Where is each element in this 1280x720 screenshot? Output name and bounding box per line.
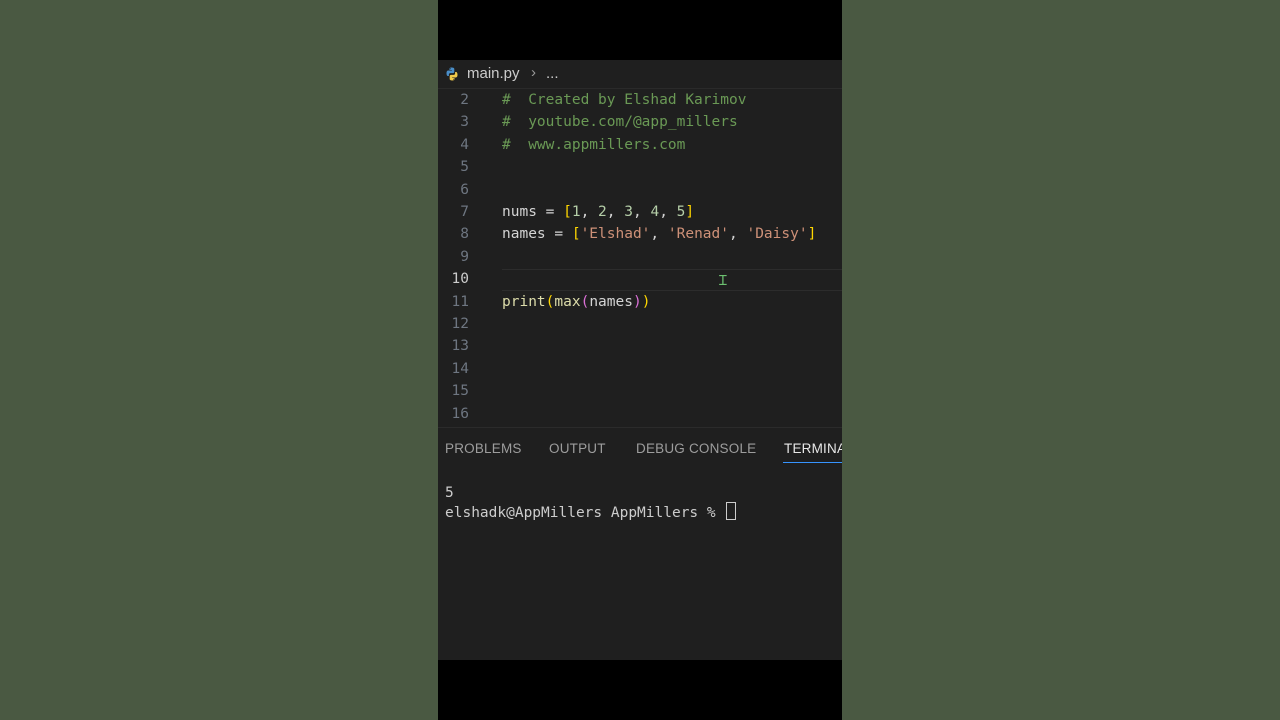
code-token: ]	[685, 204, 695, 220]
video-background-left	[0, 0, 438, 720]
breadcrumb-file[interactable]: main.py	[467, 65, 520, 82]
video-frame: main.py › ... Ɪ 2 # Created by Elshad Kar…	[438, 0, 842, 720]
line-number: 2	[460, 92, 469, 108]
code-token: ,	[606, 204, 625, 220]
code-token: 'Elshad'	[580, 226, 651, 243]
line-number: 8	[460, 226, 469, 243]
code-line[interactable]: 2 # Created by Elshad Karimov	[438, 89, 842, 111]
code-line[interactable]: 16	[438, 403, 842, 425]
line-number: 3	[460, 114, 469, 131]
code-token: 4	[650, 204, 660, 220]
terminal-prompt: elshadk@AppMillers AppMillers %	[445, 505, 725, 521]
code-line[interactable]: 6	[438, 179, 842, 201]
code-token: ,	[650, 226, 668, 243]
code-token: ]	[807, 226, 817, 243]
vscode-editor: main.py › ... Ɪ 2 # Created by Elshad Kar…	[438, 60, 842, 660]
code-token: )	[632, 293, 642, 310]
line-number: 11	[451, 293, 469, 310]
line-number: 9	[460, 248, 469, 265]
line-number: 7	[460, 204, 469, 220]
line-text: print(max(names))	[502, 291, 650, 313]
code-line[interactable]: 11 print(max(names))	[438, 291, 842, 313]
tab-output[interactable]: OUTPUT	[549, 441, 606, 456]
breadcrumb: main.py › ...	[438, 60, 842, 89]
code-token: 'Renad'	[667, 226, 729, 243]
line-number: 15	[451, 383, 469, 400]
code-token: names	[589, 293, 633, 310]
tab-debug-console[interactable]: DEBUG CONSOLE	[636, 441, 756, 456]
code-token: nums =	[502, 204, 564, 220]
line-text: # www.appmillers.com	[502, 134, 685, 156]
tab-termina[interactable]: TERMINA	[784, 441, 842, 456]
line-number: 13	[451, 338, 469, 355]
code-line[interactable]: 8 names = ['Elshad', 'Renad', 'Daisy']	[438, 223, 842, 245]
line-number: 5	[460, 159, 469, 176]
line-number: 4	[460, 136, 469, 153]
code-token: ,	[632, 204, 651, 220]
code-line[interactable]: 14	[438, 358, 842, 380]
terminal-cursor	[726, 502, 737, 520]
code-token: # youtube.com/@app_millers	[502, 114, 738, 131]
code-token: ,	[659, 204, 677, 220]
code-line[interactable]: 13	[438, 335, 842, 357]
code-token: # Created by Elshad Karimov	[502, 92, 747, 108]
code-line[interactable]: 10	[438, 268, 842, 290]
terminal-output: 5	[445, 485, 454, 501]
code-token: max	[554, 293, 581, 310]
terminal[interactable]: 5 elshadk@AppMillers AppMillers %	[445, 484, 737, 522]
code-line[interactable]: 9	[438, 246, 842, 268]
code-line[interactable]: 3 # youtube.com/@app_millers	[438, 111, 842, 133]
panel-tabs: PROBLEMS OUTPUT DEBUG CONSOLE TERMINA	[438, 428, 842, 468]
code-token: [	[563, 204, 572, 220]
line-text: nums = [1, 2, 3, 4, 5]	[502, 201, 694, 223]
bottom-panel: PROBLEMS OUTPUT DEBUG CONSOLE TERMINA 5 els…	[438, 427, 842, 660]
code-line[interactable]: 7 nums = [1, 2, 3, 4, 5]	[438, 201, 842, 223]
active-tab-indicator	[783, 462, 842, 463]
code-token: # www.appmillers.com	[502, 136, 686, 153]
tab-problems[interactable]: PROBLEMS	[445, 441, 522, 456]
code-line[interactable]: 12	[438, 313, 842, 335]
code-token: ,	[580, 204, 599, 220]
line-text: names = ['Elshad', 'Renad', 'Daisy']	[502, 223, 816, 245]
line-number: 16	[451, 405, 469, 422]
code-token: 2	[598, 204, 607, 220]
code-line[interactable]: 5	[438, 156, 842, 178]
code-token: 'Daisy'	[746, 226, 808, 243]
line-number: 6	[460, 181, 469, 198]
line-number: 12	[451, 316, 469, 332]
line-text: # Created by Elshad Karimov	[502, 89, 746, 111]
breadcrumb-more[interactable]: ...	[546, 65, 559, 82]
code-token: 1	[571, 204, 581, 220]
code-token: names =	[502, 226, 572, 243]
code-token: )	[641, 293, 651, 310]
code-line[interactable]: 15	[438, 380, 842, 402]
line-number: 10	[451, 271, 469, 288]
code-line[interactable]: 4 # www.appmillers.com	[438, 134, 842, 156]
code-token: ,	[729, 226, 747, 243]
line-text: # youtube.com/@app_millers	[502, 111, 738, 133]
python-icon	[445, 67, 459, 81]
video-background-right	[842, 0, 1280, 720]
chevron-right-icon: ›	[531, 64, 536, 81]
code-token: [	[571, 226, 581, 243]
code-token: 3	[624, 204, 633, 220]
line-number: 14	[451, 360, 469, 377]
code-token: print	[502, 293, 546, 310]
code-editor[interactable]: Ɪ 2 # Created by Elshad Karimov 3 # youtube…	[438, 89, 842, 427]
